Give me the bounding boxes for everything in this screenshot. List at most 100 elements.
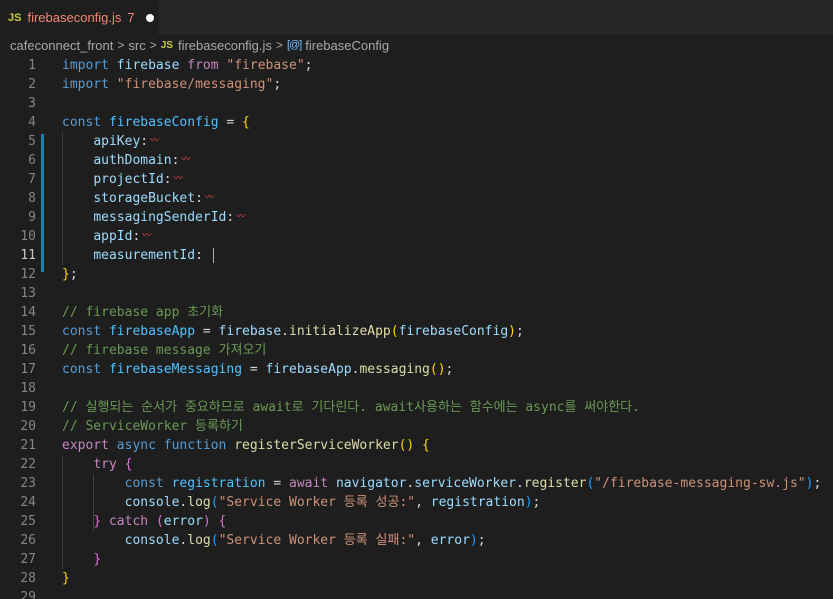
code-line[interactable]: 9 messagingSenderId: 〰: [0, 208, 833, 227]
error-squiggle-icon[interactable]: 〰: [236, 212, 245, 222]
tab-filename[interactable]: firebaseconfig.js: [27, 10, 121, 25]
code-token: registration: [430, 495, 525, 510]
code-line[interactable]: 15 const firebaseApp = firebase.initializ…: [0, 322, 833, 341]
code-content[interactable]: appId: 〰: [62, 227, 151, 246]
code-line[interactable]: 6 authDomain: 〰: [0, 151, 833, 170]
code-line[interactable]: 12};: [0, 265, 833, 284]
code-content[interactable]: // firebase message 가져오기: [62, 341, 266, 360]
code-line[interactable]: 5 apiKey: 〰: [0, 132, 833, 151]
code-content[interactable]: import "firebase/messaging";: [62, 75, 281, 94]
code-content[interactable]: messagingSenderId: 〰: [62, 208, 245, 227]
code-line[interactable]: 4 const firebaseConfig = {: [0, 113, 833, 132]
line-number: 8: [28, 191, 36, 206]
code-token: firebaseMessaging: [108, 362, 250, 377]
code-editor[interactable]: 1 import firebase from "firebase"; 2 import…: [0, 56, 833, 599]
code-line[interactable]: 3: [0, 94, 833, 113]
code-content[interactable]: export async function registerServiceWor…: [62, 436, 430, 455]
code-content[interactable]: const firebaseApp = firebase.initializeA…: [62, 322, 524, 341]
code-token: firebaseApp: [108, 324, 203, 339]
code-content[interactable]: // firebase app 초기화: [62, 303, 223, 322]
code-content[interactable]: const registration = await navigator.ser…: [62, 474, 822, 493]
line-number: 15: [20, 324, 36, 339]
error-squiggle-icon[interactable]: 〰: [174, 174, 183, 184]
code-token: =: [202, 324, 219, 339]
code-line[interactable]: 13: [0, 284, 833, 303]
breadcrumb-file[interactable]: firebaseconfig.js: [178, 38, 272, 53]
line-number: 14: [20, 305, 36, 320]
code-token: ): [508, 324, 516, 339]
code-token: catch: [108, 514, 156, 529]
code-token: async function: [116, 438, 235, 453]
code-token: (): [429, 362, 446, 377]
code-line[interactable]: 19 // 실행되는 순서가 중요하므로 await로 기다린다. await사용…: [0, 398, 833, 417]
code-line[interactable]: 23 const registration = await navigator.…: [0, 474, 833, 493]
code-token: serviceWorker: [414, 476, 516, 491]
code-line[interactable]: 10 appId: 〰: [0, 227, 833, 246]
code-content[interactable]: projectId: 〰: [62, 170, 183, 189]
code-token: try: [93, 457, 125, 472]
code-line[interactable]: 20 // ServiceWorker 등록하기: [0, 417, 833, 436]
code-token: const: [62, 362, 109, 377]
line-number: 21: [20, 438, 36, 453]
code-content[interactable]: const firebaseMessaging = firebaseApp.me…: [62, 360, 453, 379]
code-content[interactable]: // 실행되는 순서가 중요하므로 await로 기다린다. await사용하는…: [62, 398, 640, 417]
code-line[interactable]: 26 console.log("Service Worker 등록 실패:", …: [0, 531, 833, 550]
code-line[interactable]: 18: [0, 379, 833, 398]
code-content[interactable]: } catch (error) {: [62, 512, 226, 531]
code-line[interactable]: 22 try {: [0, 455, 833, 474]
code-token: "firebase": [226, 58, 305, 73]
code-content[interactable]: console.log("Service Worker 등록 성공:", reg…: [62, 493, 541, 512]
code-token: registerServiceWorker: [234, 438, 399, 453]
error-squiggle-icon[interactable]: 〰: [205, 193, 214, 203]
tab-firebaseconfig[interactable]: JS firebaseconfig.js 7: [0, 0, 158, 35]
code-line[interactable]: 27 }: [0, 550, 833, 569]
code-line[interactable]: 28}: [0, 569, 833, 588]
code-line[interactable]: 7 projectId: 〰: [0, 170, 833, 189]
code-line[interactable]: 17 const firebaseMessaging = firebaseApp.…: [0, 360, 833, 379]
code-content[interactable]: authDomain: 〰: [62, 151, 190, 170]
code-line[interactable]: 21 export async function registerServiceW…: [0, 436, 833, 455]
code-line[interactable]: 24 console.log("Service Worker 등록 성공:", …: [0, 493, 833, 512]
code-line[interactable]: 16 // firebase message 가져오기: [0, 341, 833, 360]
code-token: ;: [477, 533, 486, 548]
code-line[interactable]: 14 // firebase app 초기화: [0, 303, 833, 322]
code-token: await: [289, 476, 336, 491]
code-content[interactable]: // ServiceWorker 등록하기: [62, 417, 243, 436]
code-token: measurementId: [93, 248, 196, 263]
code-token: (: [390, 324, 399, 339]
code-content[interactable]: };: [62, 265, 78, 284]
code-line[interactable]: 25 } catch (error) {: [0, 512, 833, 531]
code-line[interactable]: 29: [0, 588, 833, 599]
code-line[interactable]: 11 measurementId:: [0, 246, 833, 265]
code-content[interactable]: import firebase from "firebase";: [62, 56, 313, 75]
code-token: }: [93, 514, 109, 529]
code-line[interactable]: 1 import firebase from "firebase";: [0, 56, 833, 75]
error-squiggle-icon[interactable]: 〰: [142, 231, 151, 241]
variable-symbol-icon: [@]: [286, 39, 302, 51]
code-content[interactable]: }: [62, 569, 70, 588]
error-squiggle-icon[interactable]: 〰: [181, 155, 190, 165]
code-token: register: [523, 476, 587, 491]
code-token: error: [163, 514, 203, 529]
code-content[interactable]: try {: [62, 455, 132, 474]
code-line[interactable]: 2 import "firebase/messaging";: [0, 75, 833, 94]
code-line[interactable]: 8 storageBucket: 〰: [0, 189, 833, 208]
breadcrumb-project[interactable]: cafeconnect_front: [10, 38, 113, 53]
error-squiggle-icon[interactable]: 〰: [150, 136, 159, 146]
unsaved-dot-icon[interactable]: [145, 13, 154, 22]
code-content[interactable]: }: [62, 550, 101, 569]
breadcrumb-folder[interactable]: src: [128, 38, 145, 53]
line-number: 5: [28, 134, 36, 149]
code-content[interactable]: storageBucket: 〰: [62, 189, 214, 208]
line-number: 4: [28, 115, 36, 130]
code-token: import: [62, 77, 117, 92]
code-content[interactable]: measurementId:: [62, 246, 214, 265]
code-content[interactable]: console.log("Service Worker 등록 실패:", err…: [62, 531, 486, 550]
breadcrumb-symbol[interactable]: firebaseConfig: [305, 38, 389, 53]
code-token: ;: [532, 495, 541, 510]
code-content[interactable]: const firebaseConfig = {: [62, 113, 250, 132]
code-content[interactable]: apiKey: 〰: [62, 132, 159, 151]
text-cursor: [212, 248, 214, 263]
